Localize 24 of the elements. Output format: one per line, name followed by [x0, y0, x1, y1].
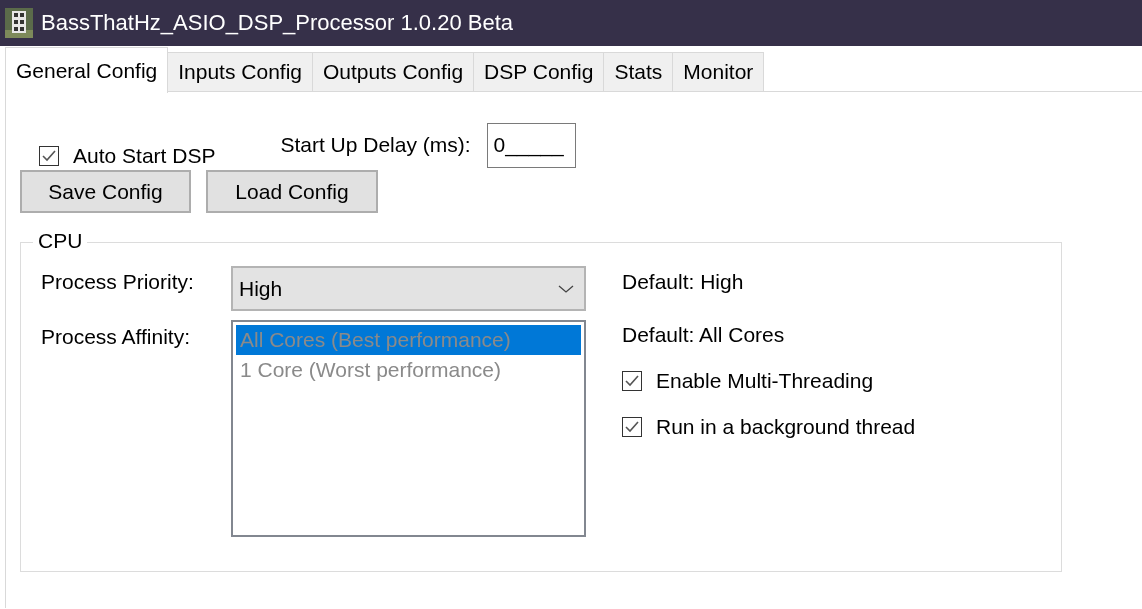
hint-text: Default: High — [622, 270, 745, 294]
checkbox[interactable] — [39, 146, 59, 166]
tab[interactable]: Monitor — [672, 52, 765, 92]
hint-text: Default: All Cores — [622, 323, 786, 347]
chevron-down-icon — [558, 283, 574, 294]
button[interactable]: Load Config — [206, 170, 378, 213]
window-title: BassThatHz_ASIO_DSP_Processor 1.0.20 Beta — [41, 10, 513, 36]
tab[interactable]: Stats — [603, 52, 674, 92]
tab[interactable]: DSP Config — [473, 52, 605, 92]
tab[interactable]: Outputs Config — [312, 52, 475, 92]
field-label: Process Affinity: — [41, 325, 191, 349]
tab[interactable]: Inputs Config — [167, 52, 313, 92]
app-icon — [5, 8, 33, 38]
checkbox-label: Enable Multi-Threading — [656, 369, 874, 393]
checkbox[interactable] — [622, 417, 642, 437]
field-label: Process Priority: — [41, 270, 195, 294]
button[interactable]: Save Config — [20, 170, 191, 213]
checkbox-label: Auto Start DSP — [73, 144, 216, 168]
tab[interactable]: General Config — [5, 47, 169, 93]
checkbox-label: Run in a background thread — [656, 415, 916, 439]
dropdown[interactable]: High — [231, 266, 586, 311]
field-label: Start Up Delay (ms): — [280, 133, 471, 157]
checkbox[interactable] — [622, 371, 642, 391]
input-field[interactable]: 0_____ — [486, 122, 576, 168]
